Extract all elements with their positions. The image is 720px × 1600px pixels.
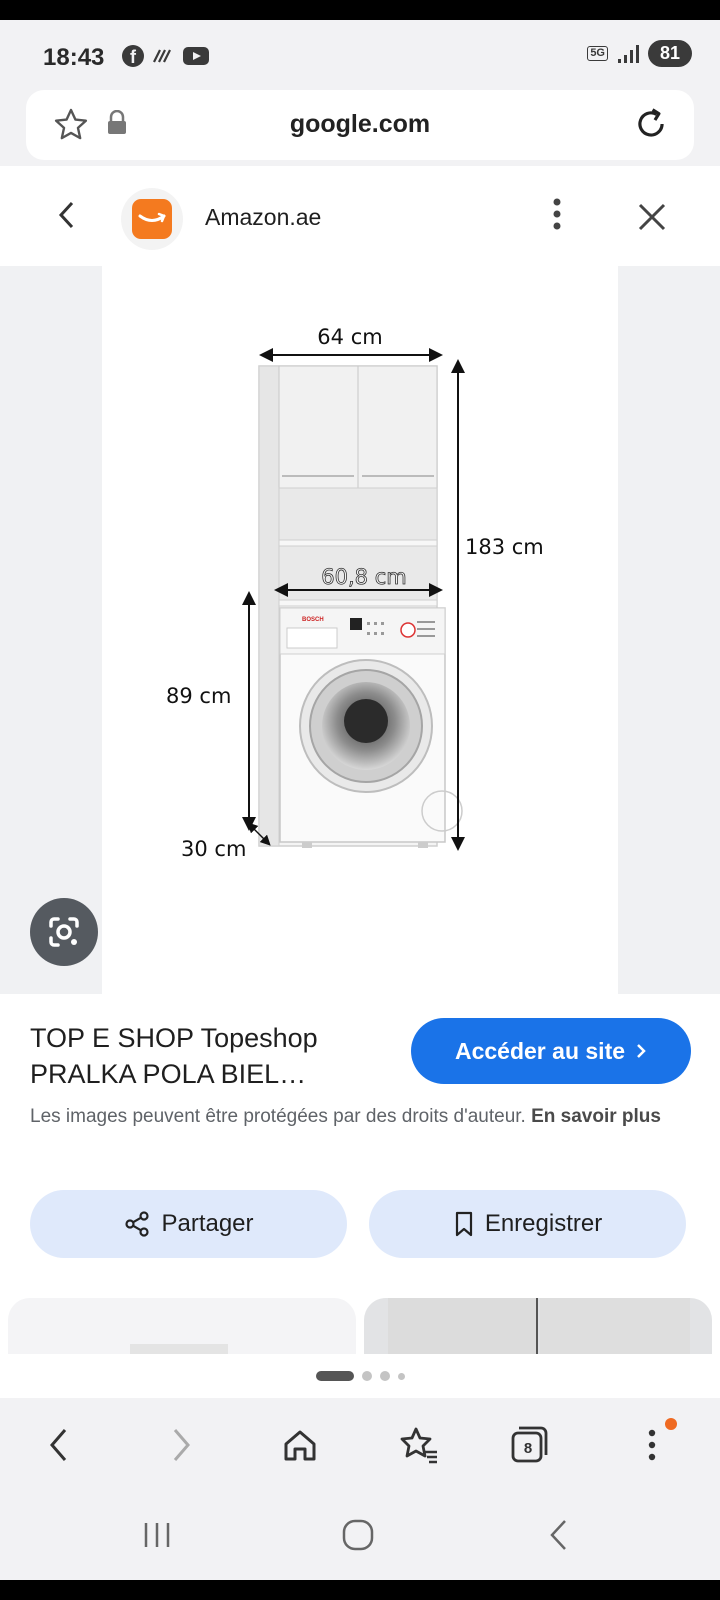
image-viewer: BOSCH 64 cm 183 cm 60,8 cm 89 cm 30 cm: [0, 266, 720, 994]
visit-site-label: Accéder au site: [454, 1037, 626, 1064]
back-icon: [50, 1429, 67, 1461]
pager-dot-active: [315, 1371, 354, 1381]
home-button[interactable]: [275, 1420, 325, 1470]
washer-brand-label: BOSCH: [302, 617, 324, 623]
share-icon: [125, 1211, 150, 1237]
signal-icon: [618, 44, 639, 63]
dimension-height-label: 183 cm: [465, 535, 544, 559]
lens-search-button[interactable]: [30, 898, 98, 966]
url-text[interactable]: google.com: [26, 110, 694, 139]
browser-toolbar: 8: [0, 1398, 720, 1494]
product-title[interactable]: TOP E SHOP Topeshop PRALKA POLA BIEL…: [30, 1020, 390, 1092]
wifi-calling-icon: [153, 49, 171, 63]
product-title-line1: TOP E SHOP Topeshop: [30, 1023, 318, 1053]
home-icon: [284, 1430, 316, 1461]
pager-dot: [379, 1371, 390, 1381]
visit-site-button[interactable]: Accéder au site: [411, 1018, 691, 1084]
dimension-lower-height-label: 89 cm: [166, 684, 231, 708]
facebook-icon: f: [122, 45, 144, 67]
source-site-name[interactable]: Amazon.ae: [205, 204, 321, 231]
pager-dot: [397, 1372, 405, 1380]
image-pager-dots: [0, 1354, 720, 1398]
address-bar-container: google.com: [0, 90, 720, 166]
copyright-notice: Les images peuvent être protégées par de…: [30, 1102, 680, 1132]
product-title-line2: PRALKA POLA BIEL…: [30, 1059, 307, 1089]
screen: 18:43 f 5G 81 google.com Amazon.ae BOSCH…: [0, 0, 720, 1600]
home-nav-icon[interactable]: [341, 1518, 375, 1552]
chevron-right-icon: [637, 1044, 646, 1058]
tabs-button[interactable]: 8: [504, 1420, 554, 1470]
network-type-badge: 5G: [587, 46, 608, 61]
close-icon[interactable]: [637, 202, 667, 232]
more-options-icon: [648, 1429, 656, 1461]
learn-more-link[interactable]: En savoir plus: [531, 1106, 661, 1127]
address-bar[interactable]: google.com: [26, 90, 694, 160]
back-nav-icon[interactable]: [547, 1518, 571, 1552]
browser-forward-button[interactable]: [156, 1420, 206, 1470]
cabinet-illustration: BOSCH 64 cm 183 cm 60,8 cm 89 cm 30 cm: [166, 325, 544, 861]
more-options-icon[interactable]: [550, 196, 564, 236]
system-navigation-bar: [0, 1494, 720, 1580]
status-bar: 18:43 f 5G 81: [0, 20, 720, 90]
related-images-strip: [0, 1294, 720, 1354]
back-arrow-icon[interactable]: [56, 200, 78, 230]
forward-icon: [173, 1429, 190, 1461]
dimension-depth-label: 30 cm: [181, 837, 246, 861]
share-label: Partager: [161, 1210, 254, 1237]
status-system-icons: 5G 81: [587, 40, 692, 67]
browser-back-button[interactable]: [34, 1420, 84, 1470]
copyright-text: Les images peuvent être protégées par de…: [30, 1106, 526, 1127]
share-button[interactable]: Partager: [30, 1190, 347, 1258]
notification-dot: [665, 1418, 677, 1430]
recent-apps-icon[interactable]: [142, 1520, 172, 1550]
bottom-black-bar: [0, 1580, 720, 1600]
browser-menu-button[interactable]: [627, 1418, 677, 1470]
save-label: Enregistrer: [484, 1210, 603, 1237]
status-time: 18:43: [43, 44, 105, 71]
product-image[interactable]: BOSCH 64 cm 183 cm 60,8 cm 89 cm 30 cm: [102, 266, 618, 994]
amazon-logo[interactable]: [121, 188, 183, 250]
related-image-thumbnail[interactable]: [8, 1298, 356, 1354]
tabs-count: 8: [523, 1439, 533, 1457]
save-button[interactable]: Enregistrer: [369, 1190, 686, 1258]
bookmarks-button[interactable]: [394, 1420, 444, 1470]
reload-icon[interactable]: [632, 105, 670, 143]
status-notification-icons: f: [122, 45, 210, 67]
related-image-thumbnail[interactable]: [364, 1298, 712, 1354]
battery-level: 81: [648, 40, 692, 67]
top-black-bar: [0, 0, 720, 20]
bookmarks-star-icon: [400, 1427, 437, 1464]
dimension-width-label: 64 cm: [317, 325, 382, 349]
amazon-smile-icon: [132, 199, 172, 239]
pager-dot: [361, 1371, 372, 1381]
bookmark-icon: [455, 1211, 472, 1237]
youtube-icon: [183, 47, 209, 65]
dimension-inner-width-label: 60,8 cm: [321, 565, 406, 589]
lens-icon: [49, 917, 79, 947]
image-source-header: Amazon.ae: [0, 166, 720, 266]
